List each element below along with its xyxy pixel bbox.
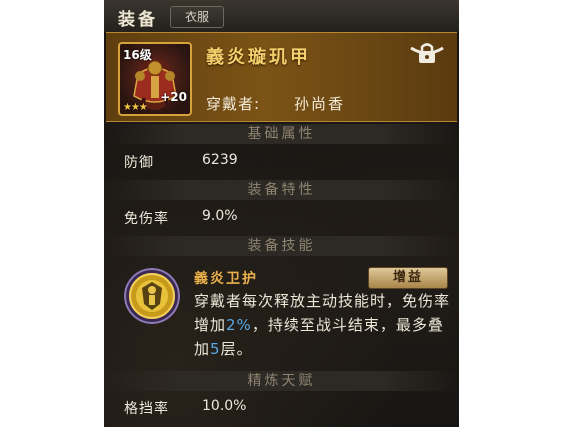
level-badge: 16级 xyxy=(123,48,152,62)
panel-header: 装备 衣服 xyxy=(104,0,459,32)
armor-icon[interactable]: 16级 +20 ★★★ xyxy=(118,42,192,116)
shield-skill-icon[interactable] xyxy=(124,268,180,324)
equipment-panel: 装备 衣服 16级 +20 ★★★ 義炎璇玑甲 穿戴者: 孙尚香 基础属性 防御… xyxy=(104,0,459,427)
stat-row-block-rate: 格挡率 10.0% xyxy=(104,396,459,420)
stat-row-defense: 防御 6239 xyxy=(104,150,459,174)
section-equipment-traits: 装备特性 xyxy=(104,180,459,200)
lock-icon[interactable] xyxy=(406,41,448,67)
wearer-label: 穿戴者: xyxy=(206,95,261,113)
stat-row-damage-reduction: 免伤率 9.0% xyxy=(104,206,459,230)
stat-value: 10.0% xyxy=(202,398,247,414)
skill-desc-value: 2% xyxy=(226,316,252,334)
section-refine-talent: 精炼天赋 xyxy=(104,371,459,391)
panel-title: 装备 xyxy=(118,10,158,30)
section-base-attributes: 基础属性 xyxy=(104,124,459,144)
stat-value: 6239 xyxy=(202,152,238,168)
stat-label: 防御 xyxy=(124,155,154,171)
stat-label: 免伤率 xyxy=(124,211,169,227)
enhance-badge: +20 xyxy=(160,90,187,104)
stat-value: 9.0% xyxy=(202,208,238,224)
skill-description: 穿戴者每次释放主动技能时，免伤率增加2%，持续至战斗结束，最多叠加5层。 xyxy=(194,289,452,361)
stat-label: 格挡率 xyxy=(124,401,169,417)
skill-desc-text: 层。 xyxy=(220,340,253,358)
tab-clothes[interactable]: 衣服 xyxy=(170,6,224,28)
skill-name: 義炎卫护 xyxy=(194,271,258,287)
skill-desc-value: 5 xyxy=(210,340,221,358)
section-equipment-skill: 装备技能 xyxy=(104,236,459,256)
skill-tag-buff: 增益 xyxy=(368,267,448,289)
star-rating: ★★★ xyxy=(123,102,148,113)
item-name: 義炎璇玑甲 xyxy=(206,47,311,68)
wearer-name: 孙尚香 xyxy=(294,95,346,113)
item-card: 16级 +20 ★★★ 義炎璇玑甲 穿戴者: 孙尚香 xyxy=(106,32,457,122)
